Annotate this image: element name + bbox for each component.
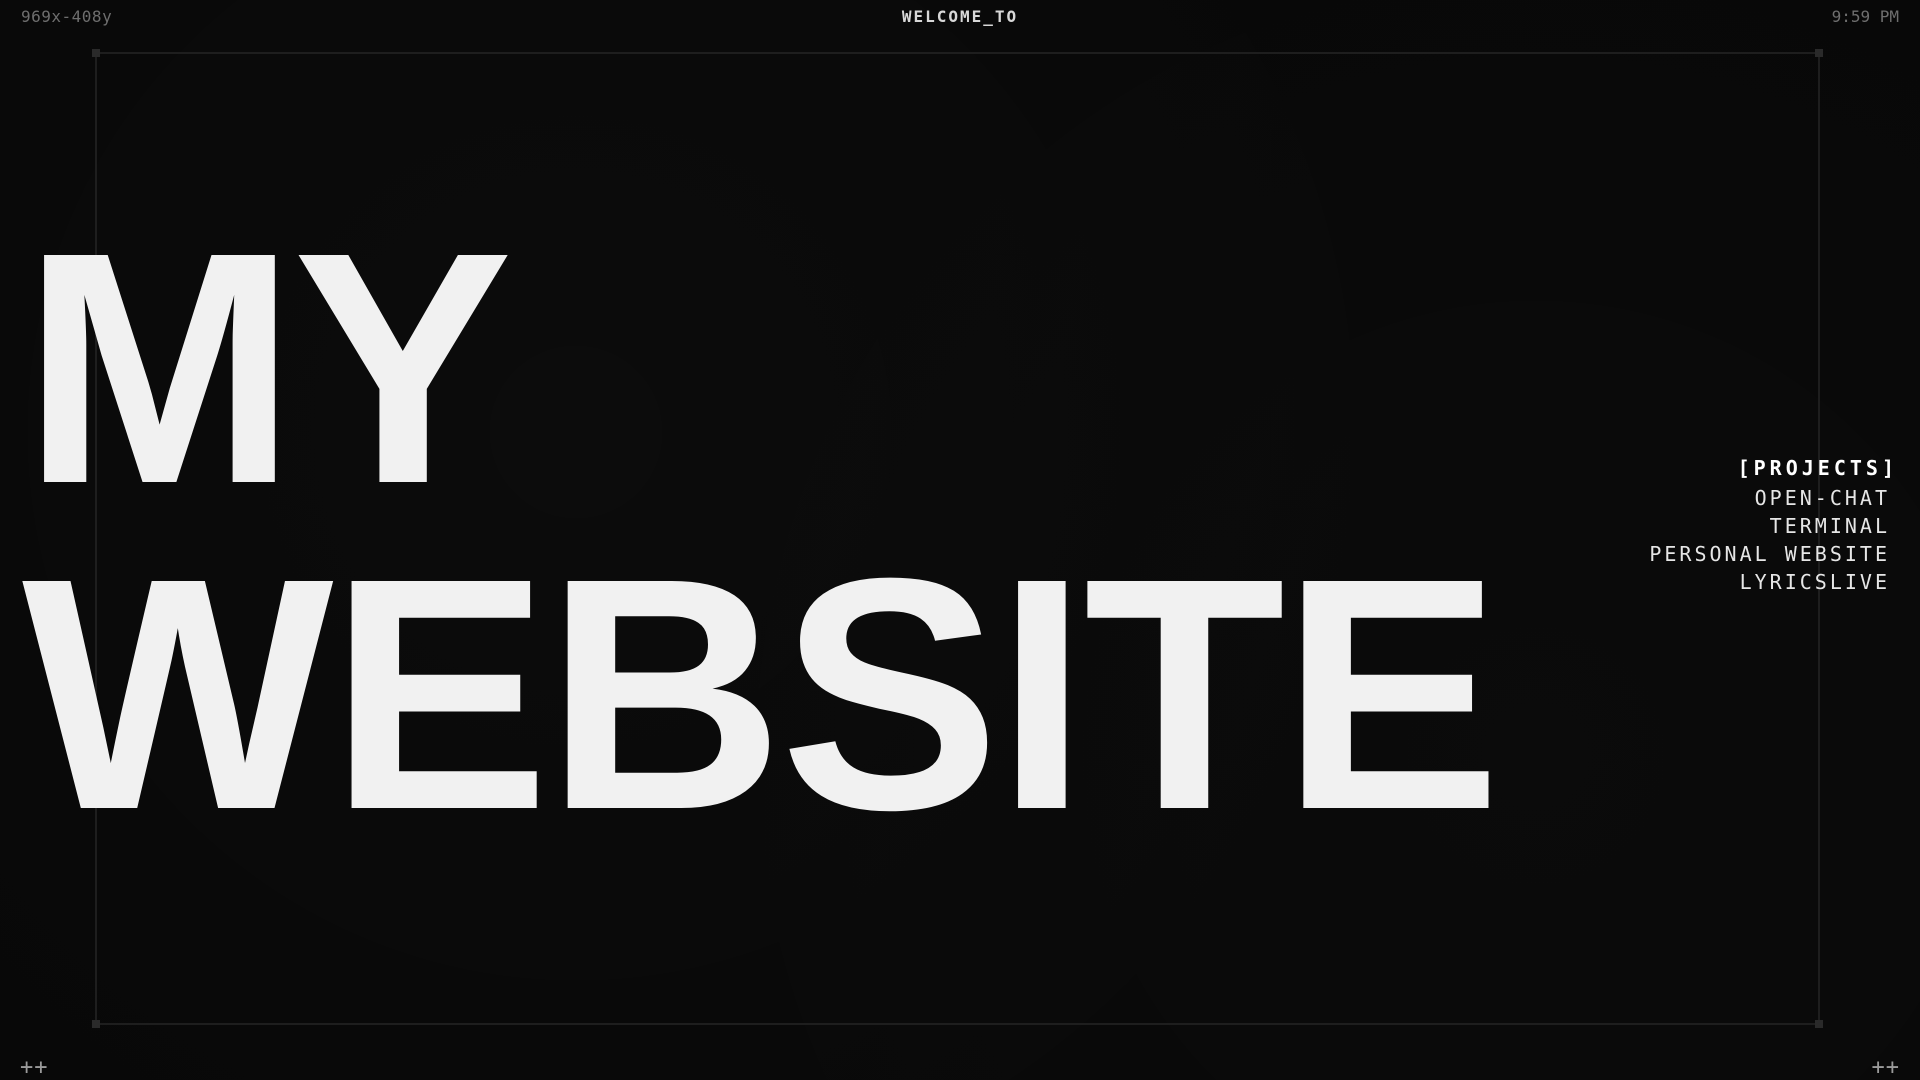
page-title: WELCOME_TO — [901, 7, 1019, 26]
project-link-open-chat[interactable]: OPEN-CHAT — [1649, 484, 1890, 512]
clock: 9:59 PM — [1831, 7, 1899, 26]
projects-menu: [PROJECTS] OPEN-CHAT TERMINAL PERSONAL W… — [1649, 456, 1894, 596]
frame-corner-bottom-right — [1815, 1020, 1823, 1028]
corner-marker-bottom-left: ++ — [20, 1055, 49, 1080]
project-link-lyricslive[interactable]: LYRICSLIVE — [1649, 568, 1890, 596]
frame-corner-top-left — [92, 49, 100, 57]
hero-line-1: MY — [22, 183, 513, 552]
project-link-terminal[interactable]: TERMINAL — [1649, 512, 1890, 540]
frame-corner-bottom-left — [92, 1020, 100, 1028]
hero-line-2: WEBSITE — [22, 509, 1501, 878]
hero-heading: MY WEBSITE — [22, 183, 1501, 878]
corner-marker-bottom-right: ++ — [1871, 1055, 1900, 1080]
frame-corner-top-right — [1815, 49, 1823, 57]
project-link-personal-website[interactable]: PERSONAL WEBSITE — [1649, 540, 1890, 568]
projects-heading: [PROJECTS] — [1737, 456, 1898, 480]
